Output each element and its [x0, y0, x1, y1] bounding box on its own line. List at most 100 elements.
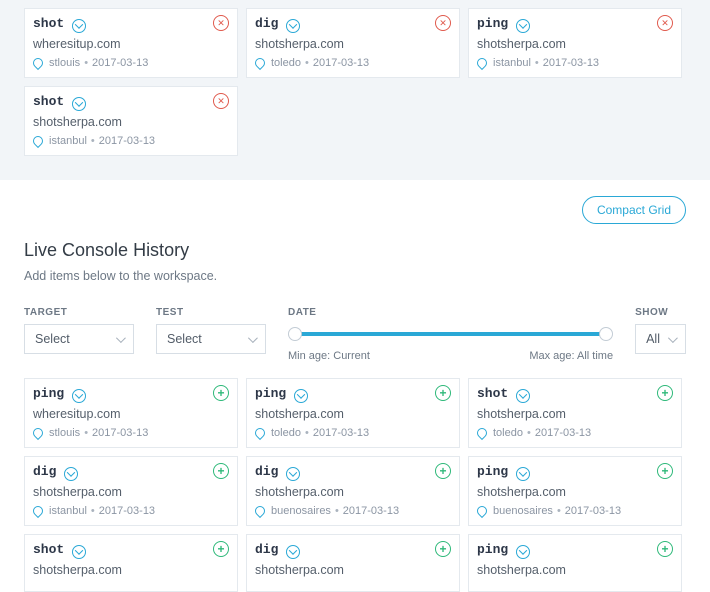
filter-target: TARGET Select [24, 307, 134, 354]
card-header: ping [477, 15, 673, 31]
card-date: 2017-03-13 [92, 427, 148, 439]
remove-icon[interactable] [657, 15, 673, 31]
expand-icon[interactable] [72, 19, 86, 33]
show-select[interactable]: All [635, 324, 686, 354]
remove-icon[interactable] [435, 15, 451, 31]
remove-icon[interactable] [213, 15, 229, 31]
slider-labels: Min age: Current Max age: All time [288, 350, 613, 362]
expand-icon[interactable] [72, 97, 86, 111]
history-section: Live Console History Add items below to … [0, 224, 710, 283]
history-card-grid: ping wheresitup.com stlouis • 2017-03-13… [0, 378, 710, 592]
card-command: shot [477, 386, 508, 401]
result-card[interactable]: dig shotsherpa.com [246, 534, 460, 592]
card-meta: buenosaires • 2017-03-13 [477, 505, 673, 517]
card-domain: wheresitup.com [33, 407, 229, 421]
result-card[interactable]: shot shotsherpa.com toledo • 2017-03-13 [468, 378, 682, 448]
date-range-slider[interactable] [288, 324, 613, 344]
card-domain: shotsherpa.com [255, 37, 451, 51]
card-command: shot [33, 94, 64, 109]
slider-track [296, 332, 605, 336]
add-icon[interactable] [213, 463, 229, 479]
card-domain: shotsherpa.com [33, 563, 229, 577]
card-date: 2017-03-13 [99, 135, 155, 147]
slider-thumb-max[interactable] [599, 327, 613, 341]
expand-icon[interactable] [294, 389, 308, 403]
location-pin-icon [253, 504, 267, 518]
card-domain: shotsherpa.com [255, 485, 451, 499]
expand-icon[interactable] [516, 389, 530, 403]
card-meta: stlouis • 2017-03-13 [33, 57, 229, 69]
expand-icon[interactable] [516, 467, 530, 481]
compact-grid-button[interactable]: Compact Grid [582, 196, 686, 224]
card-command: shot [33, 16, 64, 31]
target-select[interactable]: Select [24, 324, 134, 354]
filter-date: DATE Min age: Current Max age: All time [288, 307, 613, 362]
test-select[interactable]: Select [156, 324, 266, 354]
slider-thumb-min[interactable] [288, 327, 302, 341]
add-icon[interactable] [657, 385, 673, 401]
location-pin-icon [31, 426, 45, 440]
card-command: ping [477, 542, 508, 557]
card-location: buenosaires [271, 505, 331, 517]
location-pin-icon [475, 426, 489, 440]
result-card[interactable]: shot wheresitup.com stlouis • 2017-03-13 [24, 8, 238, 78]
location-pin-icon [31, 134, 45, 148]
card-location: toledo [493, 427, 523, 439]
result-card[interactable]: dig shotsherpa.com toledo • 2017-03-13 [246, 8, 460, 78]
add-icon[interactable] [435, 385, 451, 401]
card-date: 2017-03-13 [543, 57, 599, 69]
result-card[interactable]: shot shotsherpa.com istanbul • 2017-03-1… [24, 86, 238, 156]
location-pin-icon [475, 56, 489, 70]
card-command: ping [33, 386, 64, 401]
card-command: dig [33, 464, 56, 479]
card-header: shot [477, 385, 673, 401]
expand-icon[interactable] [64, 467, 78, 481]
add-icon[interactable] [213, 541, 229, 557]
separator-dot: • [91, 135, 95, 147]
add-icon[interactable] [435, 463, 451, 479]
result-card[interactable]: ping shotsherpa.com toledo • 2017-03-13 [246, 378, 460, 448]
show-select-value: All [646, 332, 660, 346]
card-domain: shotsherpa.com [477, 37, 673, 51]
result-card[interactable]: ping shotsherpa.com istanbul • 2017-03-1… [468, 8, 682, 78]
expand-icon[interactable] [286, 19, 300, 33]
card-meta: istanbul • 2017-03-13 [33, 135, 229, 147]
separator-dot: • [91, 505, 95, 517]
filter-test-label: TEST [156, 307, 266, 318]
card-date: 2017-03-13 [99, 505, 155, 517]
result-card[interactable]: dig shotsherpa.com buenosaires • 2017-03… [246, 456, 460, 526]
slider-min-label: Min age: Current [288, 350, 370, 362]
card-date: 2017-03-13 [565, 505, 621, 517]
add-icon[interactable] [657, 541, 673, 557]
card-location: istanbul [49, 505, 87, 517]
add-icon[interactable] [213, 385, 229, 401]
expand-icon[interactable] [72, 389, 86, 403]
add-icon[interactable] [657, 463, 673, 479]
card-meta: toledo • 2017-03-13 [255, 57, 451, 69]
card-domain: shotsherpa.com [477, 407, 673, 421]
result-card[interactable]: shot shotsherpa.com [24, 534, 238, 592]
card-meta: istanbul • 2017-03-13 [477, 57, 673, 69]
location-pin-icon [475, 504, 489, 518]
remove-icon[interactable] [213, 93, 229, 109]
card-command: dig [255, 16, 278, 31]
card-meta: istanbul • 2017-03-13 [33, 505, 229, 517]
location-pin-icon [253, 426, 267, 440]
add-icon[interactable] [435, 541, 451, 557]
card-header: shot [33, 541, 229, 557]
card-domain: shotsherpa.com [255, 563, 451, 577]
result-card[interactable]: dig shotsherpa.com istanbul • 2017-03-13 [24, 456, 238, 526]
card-location: toledo [271, 57, 301, 69]
filter-show: SHOW All [635, 307, 686, 354]
result-card[interactable]: ping shotsherpa.com [468, 534, 682, 592]
result-card[interactable]: ping wheresitup.com stlouis • 2017-03-13 [24, 378, 238, 448]
filter-bar: TARGET Select TEST Select DATE Min age: … [0, 307, 710, 362]
workspace-card-grid: shot wheresitup.com stlouis • 2017-03-13… [24, 8, 686, 156]
expand-icon[interactable] [286, 467, 300, 481]
card-location: toledo [271, 427, 301, 439]
result-card[interactable]: ping shotsherpa.com buenosaires • 2017-0… [468, 456, 682, 526]
separator-dot: • [335, 505, 339, 517]
target-select-value: Select [35, 332, 70, 346]
slider-max-label: Max age: All time [529, 350, 613, 362]
expand-icon[interactable] [516, 19, 530, 33]
